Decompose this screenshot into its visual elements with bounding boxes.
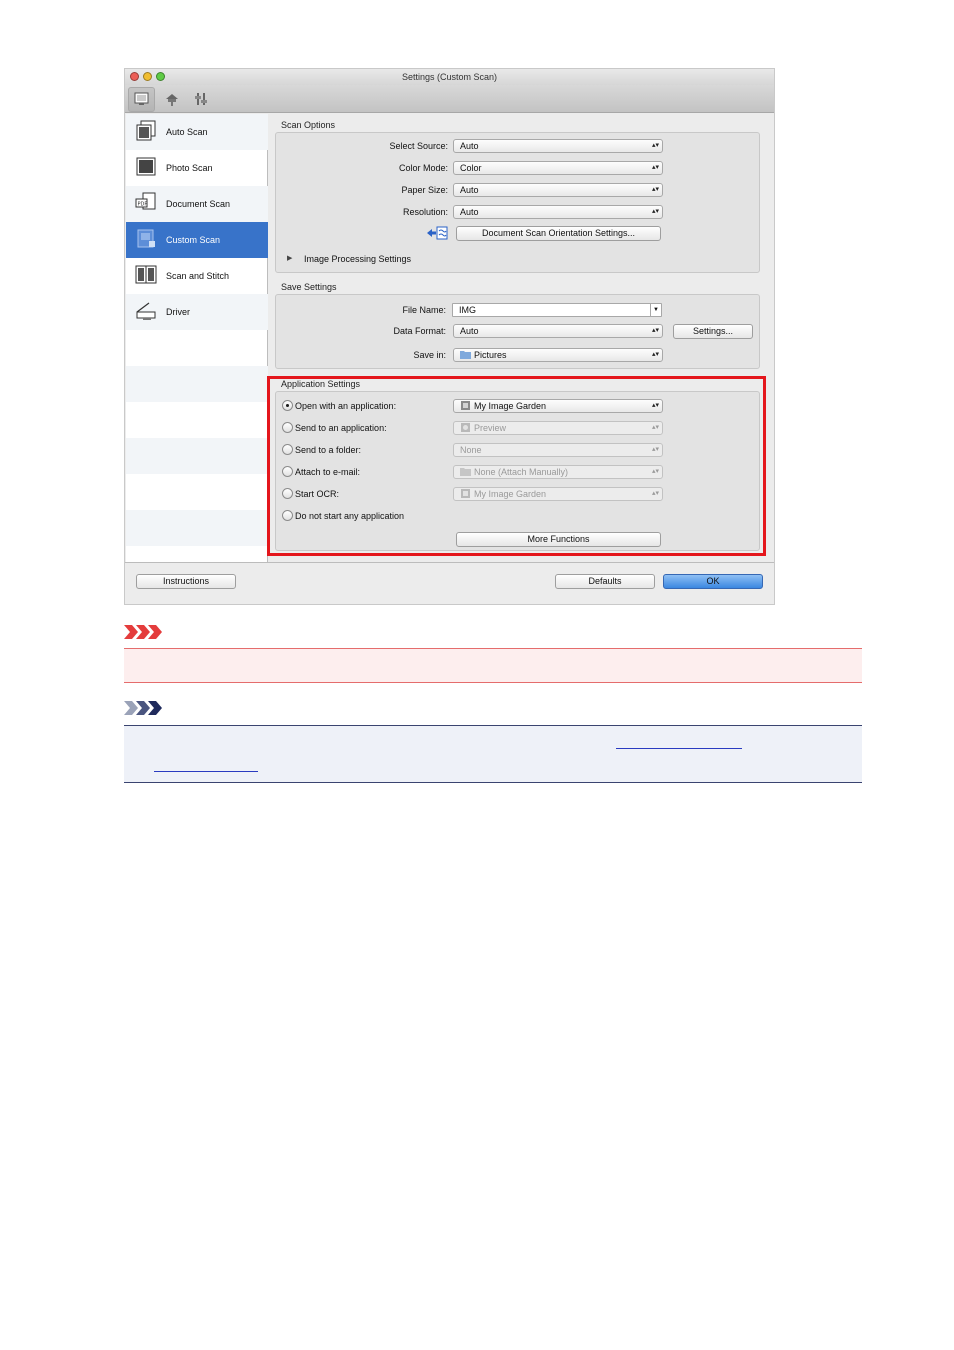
save-settings-panel: File Name: IMG ▼ Data Format: Auto ▴▾ Set… xyxy=(275,294,760,369)
color-mode-popup[interactable]: Color ▴▾ xyxy=(453,161,663,175)
popup-arrows-icon: ▴▾ xyxy=(651,142,659,149)
popup-arrows-icon: ▴▾ xyxy=(651,208,659,215)
sidebar-item-label: Custom Scan xyxy=(166,235,221,245)
application-settings-highlight xyxy=(267,376,766,556)
sidebar-empty-row xyxy=(126,402,268,438)
important-notice-box xyxy=(124,648,862,683)
toolbar xyxy=(125,85,774,113)
svg-text:PDF: PDF xyxy=(138,202,148,208)
file-name-value: IMG xyxy=(459,305,476,315)
document-scan-icon: PDF xyxy=(135,192,156,210)
important-icon xyxy=(124,625,162,639)
resolution-label: Resolution: xyxy=(402,207,448,217)
document-scan-orientation-settings-button[interactable]: Document Scan Orientation Settings... xyxy=(456,226,661,241)
combo-dropdown-icon[interactable]: ▼ xyxy=(650,304,661,316)
paper-size-value: Auto xyxy=(460,185,479,195)
data-format-popup[interactable]: Auto ▴▾ xyxy=(453,324,663,338)
disclosure-triangle-icon[interactable]: ▶ xyxy=(287,254,292,262)
color-mode-label: Color Mode: xyxy=(398,163,448,173)
sidebar-item-document-scan[interactable]: PDF Document Scan xyxy=(126,186,268,222)
orientation-icon xyxy=(427,226,448,240)
file-name-label: File Name: xyxy=(402,305,446,315)
popup-arrows-icon: ▴▾ xyxy=(651,327,659,334)
close-window-button[interactable] xyxy=(130,72,139,81)
sidebar-item-label: Photo Scan xyxy=(166,163,213,173)
data-format-label: Data Format: xyxy=(393,326,446,336)
sidebar-item-scan-and-stitch[interactable]: Scan and Stitch xyxy=(126,258,268,294)
sidebar-empty-row xyxy=(126,546,268,562)
paper-size-popup[interactable]: Auto ▴▾ xyxy=(453,183,663,197)
sidebar-item-custom-scan[interactable]: Custom Scan xyxy=(126,222,268,258)
defaults-button[interactable]: Defaults xyxy=(555,574,655,589)
sidebar-item-label: Scan and Stitch xyxy=(166,271,230,281)
save-in-value: Pictures xyxy=(474,350,507,360)
data-format-value: Auto xyxy=(460,326,479,336)
footer-divider xyxy=(125,562,774,563)
select-source-label: Select Source: xyxy=(389,141,448,151)
popup-arrows-icon: ▴▾ xyxy=(651,186,659,193)
note-icon xyxy=(124,701,162,715)
sidebar-item-photo-scan[interactable]: Photo Scan xyxy=(126,150,268,186)
note-box xyxy=(124,725,862,783)
minimize-window-button[interactable] xyxy=(143,72,152,81)
custom-scan-icon xyxy=(137,229,155,248)
scan-and-stitch-icon xyxy=(135,265,157,284)
select-source-value: Auto xyxy=(460,141,479,151)
sidebar-item-driver[interactable]: Driver xyxy=(126,294,268,330)
scan-from-operation-panel-icon[interactable] xyxy=(163,90,181,108)
popup-arrows-icon: ▴▾ xyxy=(651,351,659,358)
scan-options-title: Scan Options xyxy=(281,120,336,130)
pictures-folder-icon xyxy=(460,351,471,359)
sidebar-item-label: Document Scan xyxy=(166,199,231,209)
color-mode-value: Color xyxy=(460,163,482,173)
ok-button[interactable]: OK xyxy=(663,574,763,589)
scan-type-sidebar: Auto Scan Photo Scan PDF Document Scan C… xyxy=(126,114,268,562)
photo-scan-icon xyxy=(136,157,156,176)
sidebar-item-label: Auto Scan xyxy=(166,127,208,137)
select-source-popup[interactable]: Auto ▴▾ xyxy=(453,139,663,153)
instructions-button[interactable]: Instructions xyxy=(136,574,236,589)
save-settings-title: Save Settings xyxy=(281,282,337,292)
popup-arrows-icon: ▴▾ xyxy=(651,164,659,171)
resolution-value: Auto xyxy=(460,207,479,217)
sidebar-item-auto-scan[interactable]: Auto Scan xyxy=(126,114,268,150)
file-name-combo[interactable]: IMG ▼ xyxy=(452,303,662,317)
driver-icon xyxy=(136,302,156,320)
save-in-label: Save in: xyxy=(413,350,446,360)
paper-size-label: Paper Size: xyxy=(401,185,448,195)
zoom-window-button[interactable] xyxy=(156,72,165,81)
image-processing-settings-label[interactable]: Image Processing Settings xyxy=(304,254,411,264)
sidebar-empty-row xyxy=(126,510,268,546)
scan-from-computer-icon[interactable] xyxy=(133,90,151,108)
note-link-underline[interactable] xyxy=(154,771,258,772)
save-in-popup[interactable]: Pictures ▴▾ xyxy=(453,348,663,362)
sidebar-empty-row xyxy=(126,474,268,510)
sidebar-empty-row xyxy=(126,438,268,474)
sidebar-empty-row xyxy=(126,366,268,402)
save-settings-button[interactable]: Settings... xyxy=(673,324,753,339)
auto-scan-icon xyxy=(136,120,156,141)
scan-options-panel: Select Source: Auto ▴▾ Color Mode: Color ▴… xyxy=(275,132,760,273)
sidebar-item-label: Driver xyxy=(166,307,190,317)
title-bar[interactable]: Settings (Custom Scan) xyxy=(125,69,774,85)
resolution-popup[interactable]: Auto ▴▾ xyxy=(453,205,663,219)
general-settings-icon[interactable] xyxy=(192,90,210,108)
note-link-underline[interactable] xyxy=(616,748,742,749)
traffic-lights xyxy=(130,72,165,81)
window-title: Settings (Custom Scan) xyxy=(401,72,498,82)
sidebar-empty-row xyxy=(126,330,268,366)
